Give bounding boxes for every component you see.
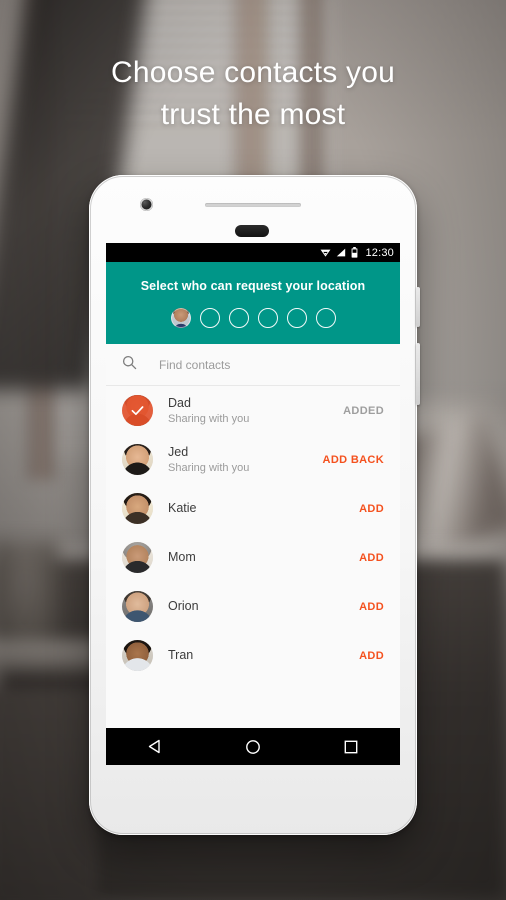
contact-name: Dad [168,395,191,410]
page-headline: Choose contacts you trust the most [0,52,506,136]
avatar [122,493,153,524]
screenshot-stage: Choose contacts you trust the most 12:30… [0,0,506,900]
contact-row[interactable]: Jed Sharing with you ADD BACK [106,435,400,484]
phone-screen: 12:30 Select who can request your locati… [106,243,400,765]
contact-name: Orion [168,599,199,613]
status-bar: 12:30 [106,243,400,262]
battery-icon [351,247,358,258]
contact-text: Orion [168,599,359,614]
trusted-slot-1[interactable] [170,308,191,328]
volume-button[interactable] [416,343,420,405]
power-button[interactable] [416,287,420,327]
home-icon[interactable] [223,728,283,765]
avatar [122,395,153,426]
avatar-photo [122,542,153,573]
avatar [122,640,153,671]
contact-name: Tran [168,648,194,662]
front-camera-icon [140,198,153,211]
contact-subtitle: Sharing with you [168,412,250,425]
avatar [122,542,153,573]
contact-subtitle: Sharing with you [168,461,250,474]
add-contact-button[interactable]: ADD BACK [323,454,384,466]
contact-name: Mom [168,550,196,564]
add-contact-button[interactable]: ADD [359,601,384,613]
headline-line-2: trust the most [160,98,346,131]
location-request-header: Select who can request your location [106,262,400,344]
back-icon[interactable] [125,728,185,765]
contact-text: Dad Sharing with you [168,396,343,426]
contact-name: Katie [168,501,197,515]
contact-list: Dad Sharing with you ADDED Jed Sharing with … [106,386,400,680]
trusted-slot-2[interactable] [199,308,220,328]
trusted-slot-4[interactable] [257,308,278,328]
contact-row[interactable]: Dad Sharing with you ADDED [106,386,400,435]
avatar-photo [122,640,153,671]
add-contact-button[interactable]: ADD [359,552,384,564]
recents-icon[interactable] [321,728,381,765]
avatar [122,591,153,622]
contact-text: Jed Sharing with you [168,445,323,475]
contact-text: Mom [168,550,359,565]
contact-row[interactable]: Katie ADD [106,484,400,533]
trusted-slot-3[interactable] [228,308,249,328]
trusted-slot-5[interactable] [286,308,307,328]
android-nav-bar [106,728,400,765]
added-status-badge: ADDED [343,404,384,417]
earpiece-speaker [205,203,301,207]
avatar-photo [122,591,153,622]
header-title: Select who can request your location [140,279,366,293]
contact-row[interactable]: Orion ADD [106,582,400,631]
contact-row[interactable]: Tran ADD [106,631,400,680]
avatar [122,444,153,475]
wifi-icon [320,248,331,257]
search-icon [122,355,137,375]
search-bar[interactable]: Find contacts [106,344,400,386]
status-bar-time: 12:30 [365,246,394,259]
search-input[interactable]: Find contacts [159,358,230,372]
add-contact-button[interactable]: ADD [359,650,384,662]
avatar-photo [122,444,153,475]
contact-text: Tran [168,648,359,663]
proximity-sensor [235,225,269,237]
trusted-contact-slots [106,308,400,328]
headline-line-1: Choose contacts you [111,56,395,89]
phone-mockup: 12:30 Select who can request your locati… [89,175,420,835]
contact-row[interactable]: Mom ADD [106,533,400,582]
signal-icon [336,248,346,257]
trusted-slot-6[interactable] [315,308,336,328]
check-icon [122,395,153,426]
avatar-photo [122,493,153,524]
contact-text: Katie [168,501,359,516]
contact-name: Jed [168,444,189,459]
add-contact-button[interactable]: ADD [359,503,384,515]
